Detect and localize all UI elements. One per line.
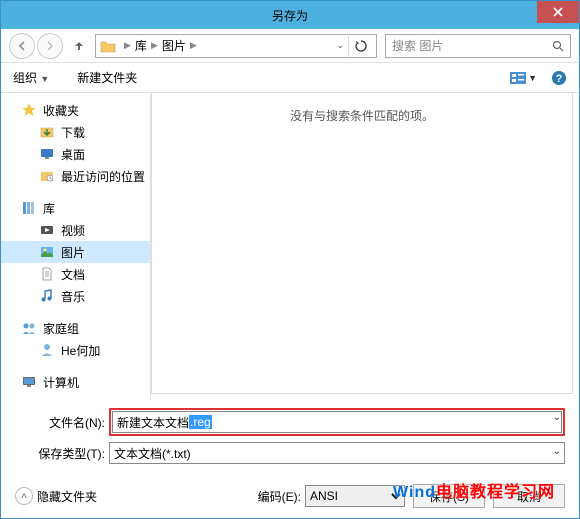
svg-text:?: ? [556, 73, 563, 85]
tree-libraries[interactable]: 库 [1, 197, 150, 219]
file-list: 没有与搜索条件匹配的项。 [151, 92, 573, 394]
music-icon [39, 288, 55, 304]
arrow-up-icon [73, 40, 85, 52]
search-placeholder: 搜索 图片 [392, 37, 443, 54]
up-button[interactable] [69, 36, 89, 56]
tree-pictures[interactable]: 图片 [1, 241, 150, 263]
help-icon: ? [551, 70, 567, 86]
tree-computer[interactable]: 计算机 [1, 371, 150, 393]
homegroup-icon [21, 320, 37, 336]
save-button[interactable]: 保存(S) [413, 484, 485, 508]
desktop-icon [39, 146, 55, 162]
arrow-right-icon [45, 41, 55, 51]
tree-recent[interactable]: 最近访问的位置 [1, 165, 150, 187]
tree-user[interactable]: He何加 [1, 339, 150, 361]
close-button[interactable] [537, 1, 579, 23]
filename-highlight: 新建文本文档.reg [109, 408, 565, 436]
address-dropdown[interactable]: ⌄ [332, 40, 348, 51]
new-folder-button[interactable]: 新建文件夹 [77, 69, 137, 86]
organize-button[interactable]: 组织 ▼ [13, 69, 49, 86]
refresh-icon [355, 40, 367, 52]
filetype-label: 保存类型(T): [15, 445, 109, 462]
search-box[interactable]: 搜索 图片 [385, 34, 571, 58]
filename-input[interactable]: 新建文本文档.reg [112, 411, 562, 433]
cancel-button[interactable]: 取消 [493, 484, 565, 508]
title-bar: 另存为 [1, 1, 579, 29]
window-title: 另存为 [272, 7, 308, 24]
tree-homegroup[interactable]: 家庭组 [1, 317, 150, 339]
hide-folders-button[interactable]: ˄ 隐藏文件夹 [15, 487, 97, 505]
video-icon [39, 222, 55, 238]
body: 收藏夹 下载 桌面 最近访问的位置 库 [1, 93, 579, 400]
documents-icon [39, 266, 55, 282]
tree-favorites[interactable]: 收藏夹 [1, 99, 150, 121]
user-icon [39, 342, 55, 358]
encoding-select[interactable]: ANSI [305, 485, 405, 507]
breadcrumb-sep: ▶ [151, 40, 158, 51]
nav-bar: ▶ 库 ▶ 图片 ▶ ⌄ 搜索 图片 [1, 29, 579, 63]
breadcrumb-pictures[interactable]: 图片 [162, 37, 186, 54]
arrow-left-icon [17, 41, 27, 51]
breadcrumb-sep: ▶ [190, 40, 197, 51]
pictures-icon [39, 244, 55, 260]
libraries-icon [21, 200, 37, 216]
breadcrumb-sep: ▶ [124, 40, 131, 51]
view-button[interactable]: ▼ [510, 72, 537, 84]
folder-icon [100, 39, 116, 53]
breadcrumb-library[interactable]: 库 [135, 37, 147, 54]
filetype-select[interactable]: 文本文档(*.txt) [109, 442, 565, 464]
tree-desktop[interactable]: 桌面 [1, 143, 150, 165]
help-button[interactable]: ? [551, 70, 567, 86]
forward-button[interactable] [37, 33, 63, 59]
tree-music[interactable]: 音乐 [1, 285, 150, 307]
computer-icon [21, 374, 37, 390]
address-bar[interactable]: ▶ 库 ▶ 图片 ▶ ⌄ [95, 34, 377, 58]
back-button[interactable] [9, 33, 35, 59]
tree-videos[interactable]: 视频 [1, 219, 150, 241]
filename-label: 文件名(N): [15, 414, 109, 431]
download-icon [39, 124, 55, 140]
folder-tree: 收藏夹 下载 桌面 最近访问的位置 库 [1, 93, 151, 400]
empty-message: 没有与搜索条件匹配的项。 [290, 107, 434, 124]
recent-icon [39, 168, 55, 184]
toolbar: 组织 ▼ 新建文件夹 ▼ ? [1, 63, 579, 93]
chevron-up-icon: ˄ [15, 487, 33, 505]
tree-downloads[interactable]: 下载 [1, 121, 150, 143]
encoding-label: 编码(E): [258, 488, 301, 505]
save-form: 文件名(N): 新建文本文档.reg ⌄ 保存类型(T): 文本文档(*.txt… [1, 400, 579, 480]
tree-documents[interactable]: 文档 [1, 263, 150, 285]
refresh-button[interactable] [348, 34, 372, 58]
close-icon [553, 7, 563, 17]
star-icon [21, 102, 37, 118]
save-as-dialog: 另存为 ▶ 库 ▶ 图片 ▶ ⌄ 搜索 图片 [0, 0, 580, 519]
view-icon [510, 72, 526, 84]
footer: ˄ 隐藏文件夹 编码(E): ANSI 保存(S) 取消 [1, 480, 579, 518]
search-icon [552, 40, 564, 52]
